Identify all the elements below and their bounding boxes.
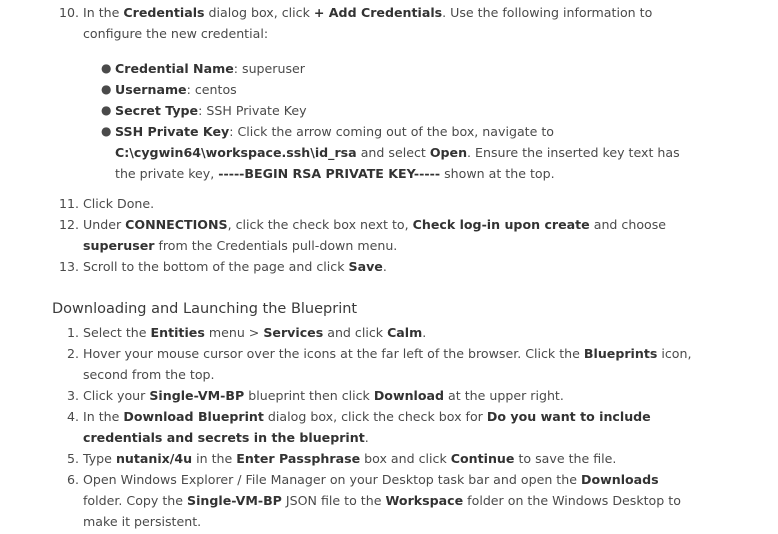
steps-list-blueprint: 1. Select the Entities menu > Services a… bbox=[0, 322, 700, 532]
list-item: 11. Click Done. bbox=[0, 193, 700, 214]
list-item: ● Secret Type: SSH Private Key bbox=[83, 100, 700, 121]
step-number: 13. bbox=[58, 259, 79, 274]
step-number: 3. bbox=[66, 388, 79, 403]
list-item: ● SSH Private Key: Click the arrow comin… bbox=[83, 121, 700, 184]
step-number: 4. bbox=[66, 409, 79, 424]
section-heading: Downloading and Launching the Blueprint bbox=[52, 301, 358, 317]
step-number: 1. bbox=[66, 325, 79, 340]
list-item: 12. Under CONNECTIONS, click the check b… bbox=[0, 214, 700, 256]
step-number: 11. bbox=[58, 196, 79, 211]
bullet-icon: ● bbox=[101, 103, 112, 117]
list-item: ● Credential Name: superuser bbox=[83, 58, 700, 79]
bullet-icon: ● bbox=[101, 124, 112, 138]
list-item: ● Username: centos bbox=[83, 79, 700, 100]
list-item: 5. Type nutanix/4u in the Enter Passphra… bbox=[0, 448, 700, 469]
step-number: 5. bbox=[66, 451, 79, 466]
steps-list-connections: 11. Click Done. 12. Under CONNECTIONS, c… bbox=[0, 193, 700, 277]
list-item: 1. Select the Entities menu > Services a… bbox=[0, 322, 700, 343]
list-item: 4. In the Download Blueprint dialog box,… bbox=[0, 406, 700, 448]
list-item: 6. Open Windows Explorer / File Manager … bbox=[0, 469, 700, 532]
list-item: 13. Scroll to the bottom of the page and… bbox=[0, 256, 700, 277]
list-item: 2. Hover your mouse cursor over the icon… bbox=[0, 343, 700, 385]
steps-list-credentials: 10. In the Credentials dialog box, click… bbox=[0, 2, 700, 198]
bullet-icon: ● bbox=[101, 82, 112, 96]
list-item: 3. Click your Single-VM-BP blueprint the… bbox=[0, 385, 700, 406]
step-number: 2. bbox=[66, 346, 79, 361]
step-number: 10. bbox=[58, 5, 79, 20]
step-number: 6. bbox=[66, 472, 79, 487]
bullet-icon: ● bbox=[101, 61, 112, 75]
step-number: 12. bbox=[58, 217, 79, 232]
list-item: 10. In the Credentials dialog box, click… bbox=[0, 2, 700, 184]
credential-fields-list: ● Credential Name: superuser ● Username:… bbox=[83, 58, 700, 184]
